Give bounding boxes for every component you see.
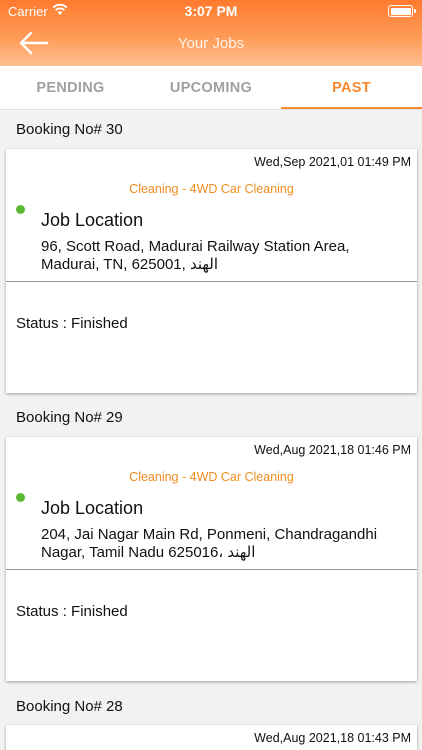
- tab-upcoming[interactable]: UPCOMING: [141, 66, 281, 110]
- job-location-title: Job Location: [41, 210, 144, 230]
- job-status: Status : Finished: [16, 603, 128, 620]
- page-title: Your Jobs: [177, 35, 245, 52]
- job-status: Status : Finished: [16, 315, 128, 332]
- tab-past[interactable]: PAST: [281, 66, 422, 110]
- job-tabs: PENDING UPCOMING PAST: [0, 66, 422, 110]
- status-dot-icon: [16, 493, 25, 502]
- job-location-title: Job Location: [41, 498, 144, 518]
- status-dot-icon: [16, 205, 25, 214]
- booking-number: Booking No# 28: [16, 698, 123, 715]
- booking-card[interactable]: Wed,Sep 2021,01 01:49 PM Cleaning - 4WD …: [6, 149, 417, 393]
- status-bar: Carrier 3:07 PM: [0, 0, 422, 22]
- tab-pending[interactable]: PENDING: [0, 66, 141, 110]
- service-name: Cleaning - 4WD Car Cleaning: [129, 470, 294, 484]
- status-time: 3:07 PM: [184, 3, 238, 19]
- booking-number: Booking No# 30: [16, 121, 123, 138]
- booking-date: Wed,Sep 2021,01 01:49 PM: [254, 155, 411, 169]
- card-divider: [6, 281, 417, 282]
- app-header: Carrier 3:07 PM Your Jobs: [0, 0, 422, 66]
- booking-number: Booking No# 29: [16, 409, 123, 426]
- booking-card[interactable]: Wed,Aug 2021,18 01:43 PM: [6, 725, 417, 750]
- service-name: Cleaning - 4WD Car Cleaning: [129, 182, 294, 196]
- booking-date: Wed,Aug 2021,18 01:46 PM: [254, 443, 411, 457]
- active-tab-indicator: [281, 107, 422, 109]
- booking-card[interactable]: Wed,Aug 2021,18 01:46 PM Cleaning - 4WD …: [6, 437, 417, 681]
- battery-icon: [388, 5, 416, 17]
- job-location-address: 96, Scott Road, Madurai Railway Station …: [41, 238, 350, 273]
- card-divider: [6, 569, 417, 570]
- job-location-address: 204, Jai Nagar Main Rd, Ponmeni, Chandra…: [41, 526, 378, 561]
- booking-date: Wed,Aug 2021,18 01:43 PM: [254, 731, 411, 745]
